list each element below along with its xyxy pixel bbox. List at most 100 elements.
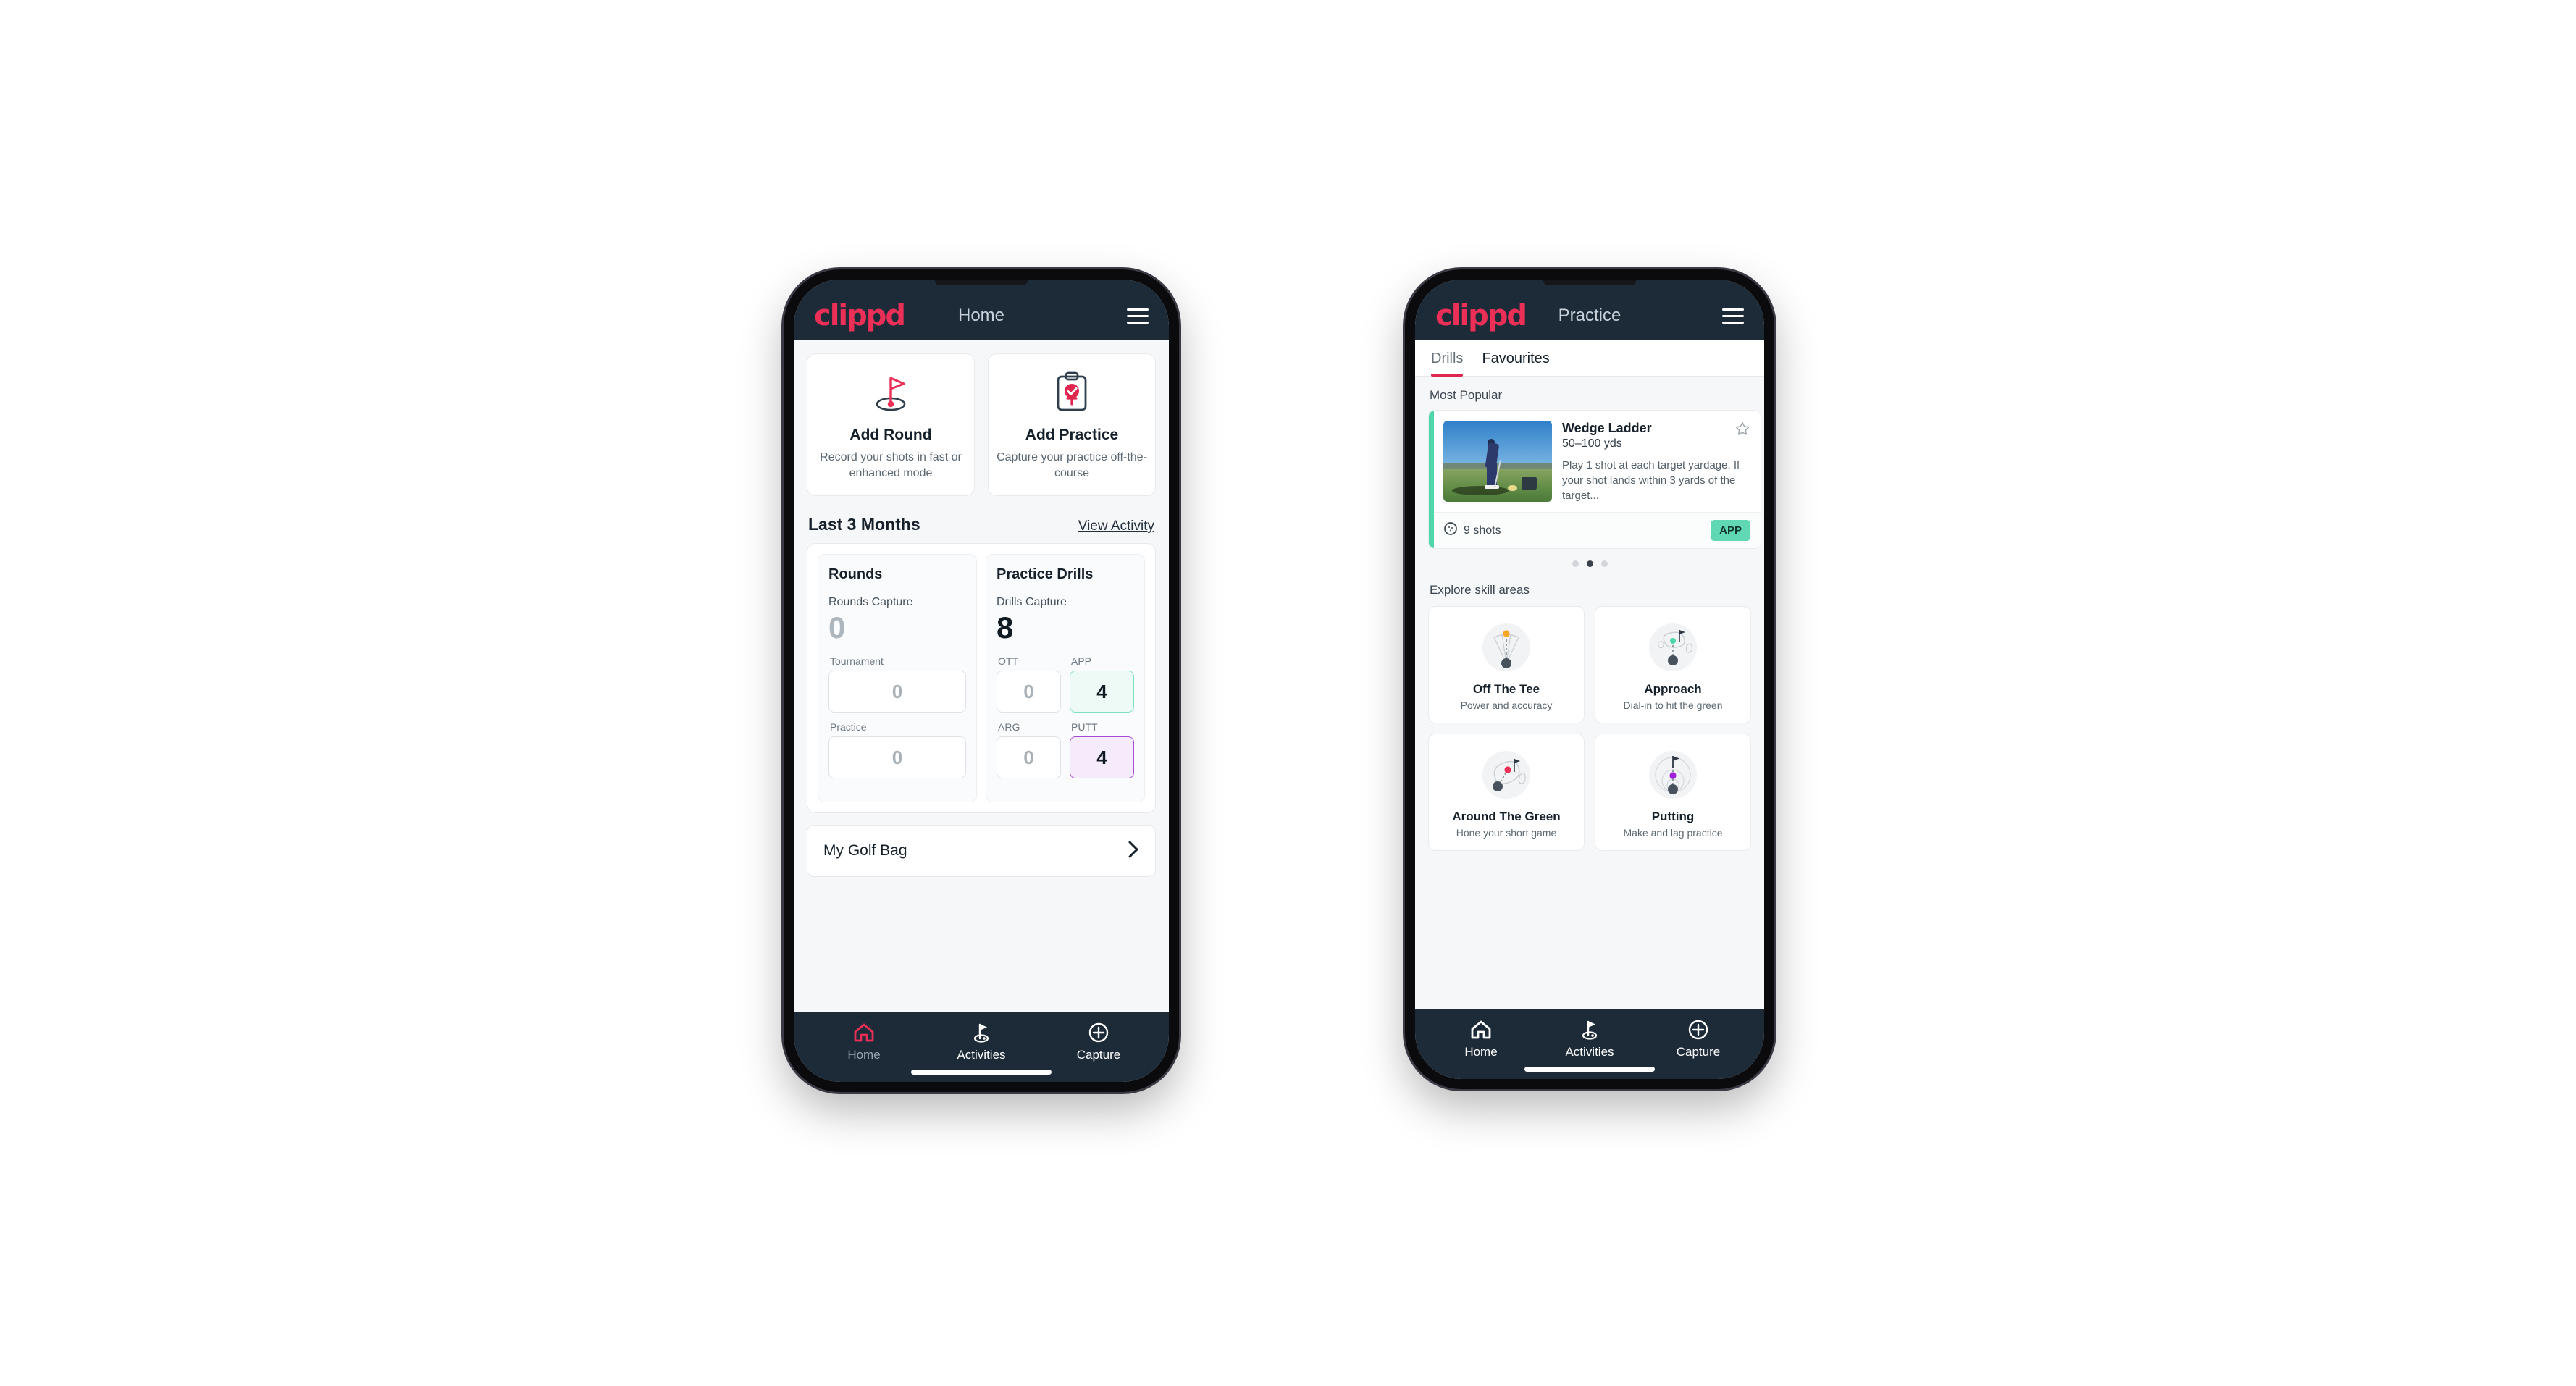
app-value[interactable]: 4	[1070, 671, 1134, 713]
nav-item-activities[interactable]: Activities	[1535, 1017, 1644, 1059]
tee-fan-icon	[1435, 617, 1578, 678]
add-practice-card[interactable]: Add Practice Capture your practice off-t…	[988, 353, 1156, 497]
add-round-card[interactable]: Add Round Record your shots in fast or e…	[807, 353, 975, 497]
carousel-dot-1[interactable]	[1572, 560, 1579, 567]
house-icon	[1427, 1017, 1535, 1042]
skill-subtitle: Make and lag practice	[1623, 827, 1723, 839]
putt-stat: PUTT 4	[1070, 721, 1134, 779]
tab-drills[interactable]: Drills	[1431, 350, 1464, 377]
last-3-months-header: Last 3 Months View Activity	[794, 496, 1169, 543]
rounds-capture-label: Rounds Capture	[828, 596, 913, 609]
app-stat: APP 4	[1070, 655, 1134, 713]
carousel-dot-2[interactable]	[1586, 560, 1593, 567]
star-outline-icon[interactable]	[1734, 421, 1750, 437]
my-golf-bag-row[interactable]: My Golf Bag	[807, 825, 1156, 878]
carousel-dots	[1415, 549, 1764, 571]
nav-label-home: Home	[847, 1048, 881, 1062]
arg-stat: ARG 0	[997, 721, 1061, 779]
ott-value[interactable]: 0	[997, 671, 1061, 713]
practice-tabs: Drills Favourites	[1415, 340, 1764, 377]
drill-shots: 9 shots	[1443, 521, 1501, 539]
tournament-value[interactable]: 0	[828, 671, 966, 713]
hamburger-icon[interactable]	[1127, 308, 1149, 324]
drill-yardage: 50–100 yds	[1562, 437, 1622, 450]
golf-flag-icon	[923, 1020, 1040, 1045]
nav-item-capture[interactable]: Capture	[1644, 1017, 1753, 1059]
my-golf-bag-label: My Golf Bag	[823, 842, 907, 860]
rounds-heading: Rounds	[828, 566, 883, 583]
drills-capture-label: Drills Capture	[997, 596, 1067, 609]
add-practice-subtitle: Capture your practice off-the-course	[997, 451, 1147, 479]
plus-circle-icon	[1644, 1017, 1753, 1042]
skill-title: Approach	[1644, 682, 1702, 696]
skill-card-approach[interactable]: Approach Dial-in to hit the green	[1595, 606, 1751, 723]
chip-green-icon	[1435, 744, 1578, 805]
carousel-dot-3[interactable]	[1600, 560, 1608, 567]
practice-bottom-nav: Home Activities Capture	[1415, 1009, 1764, 1079]
drills-capture-value: 8	[997, 610, 1014, 645]
drill-shots-label: 9 shots	[1464, 524, 1501, 537]
nav-item-activities[interactable]: Activities	[923, 1020, 1040, 1062]
drill-accent-bar	[1429, 411, 1434, 548]
clippd-logo[interactable]: clippd	[1435, 301, 1527, 330]
add-practice-title: Add Practice	[1025, 427, 1119, 443]
tab-favourites[interactable]: Favourites	[1482, 350, 1549, 376]
rounds-capture-value: 0	[828, 610, 846, 645]
app-label: APP	[1071, 655, 1092, 668]
phone-practice-screen: clippd Practice Drills Favourites Most P…	[1415, 280, 1764, 1079]
section-title: Last 3 Months	[808, 515, 920, 534]
home-bottom-nav: Home Activities Capture	[794, 1012, 1169, 1082]
phone-speaker-notch	[1543, 280, 1636, 285]
golf-flag-icon	[1535, 1017, 1644, 1042]
skill-areas-grid: Off The Tee Power and accuracy Approach …	[1415, 605, 1764, 861]
nav-item-home[interactable]: Home	[805, 1020, 923, 1062]
drill-title: Wedge Ladder	[1562, 421, 1652, 435]
drill-category-badge: APP	[1711, 520, 1750, 541]
practice-stat: Practice 0	[828, 721, 966, 779]
plus-circle-icon	[1040, 1020, 1157, 1045]
arg-value[interactable]: 0	[997, 736, 1061, 779]
practice-value[interactable]: 0	[828, 736, 966, 779]
clippd-logo[interactable]: clippd	[814, 301, 906, 330]
stats-card: Rounds Rounds Capture 0 Tournament 0 Pra…	[807, 543, 1156, 814]
ott-stat: OTT 0	[997, 655, 1061, 713]
skill-title: Around The Green	[1452, 810, 1561, 823]
skill-subtitle: Power and accuracy	[1460, 700, 1553, 711]
drill-thumbnail	[1443, 421, 1552, 502]
nav-label-home: Home	[1464, 1045, 1498, 1059]
putting-rings-icon	[1601, 744, 1745, 805]
skill-card-around-the-green[interactable]: Around The Green Hone your short game	[1428, 734, 1585, 851]
home-indicator	[910, 1070, 1052, 1075]
golf-ball-icon	[1443, 521, 1458, 539]
explore-skill-areas-label: Explore skill areas	[1430, 583, 1530, 597]
practice-appbar: clippd Practice	[1415, 280, 1764, 340]
nav-item-home[interactable]: Home	[1427, 1017, 1535, 1059]
view-activity-link[interactable]: View Activity	[1078, 518, 1154, 534]
drill-card-wedge-ladder[interactable]: Wedge Ladder 50–100 yds Play 1 shot at e…	[1428, 410, 1761, 549]
tournament-stat: Tournament 0	[828, 655, 966, 713]
chevron-right-icon	[1128, 840, 1139, 862]
quick-actions-row: Add Round Record your shots in fast or e…	[794, 340, 1169, 497]
putt-value[interactable]: 4	[1070, 736, 1134, 779]
clipboard-check-icon	[996, 370, 1148, 415]
putt-label: PUTT	[1071, 721, 1098, 734]
drills-stat-column: Practice Drills Drills Capture 8 OTT 0 A…	[986, 554, 1145, 803]
nav-label-activities: Activities	[957, 1048, 1006, 1062]
screenshot-stage: clippd Home Add Round Record your shots …	[0, 0, 2576, 1386]
skill-card-putting[interactable]: Putting Make and lag practice	[1595, 734, 1751, 851]
skill-title: Putting	[1651, 810, 1695, 823]
phone-home: clippd Home Add Round Record your shots …	[784, 269, 1179, 1092]
phone-practice: clippd Practice Drills Favourites Most P…	[1405, 269, 1774, 1089]
practice-content: Most Popular Wedge Ladder 50–100 yds Pla…	[1415, 377, 1764, 1009]
nav-item-capture[interactable]: Capture	[1040, 1020, 1157, 1062]
drill-carousel[interactable]: Wedge Ladder 50–100 yds Play 1 shot at e…	[1415, 410, 1764, 549]
drill-description: Play 1 shot at each target yardage. If y…	[1562, 459, 1740, 502]
phone-home-screen: clippd Home Add Round Record your shots …	[794, 280, 1169, 1082]
hamburger-icon[interactable]	[1722, 308, 1744, 324]
add-round-title: Add Round	[849, 427, 932, 443]
most-popular-label: Most Popular	[1430, 388, 1503, 402]
add-round-subtitle: Record your shots in fast or enhanced mo…	[820, 451, 962, 479]
skill-card-off-the-tee[interactable]: Off The Tee Power and accuracy	[1428, 606, 1585, 723]
green-approach-icon	[1601, 617, 1745, 678]
home-indicator	[1524, 1067, 1655, 1072]
